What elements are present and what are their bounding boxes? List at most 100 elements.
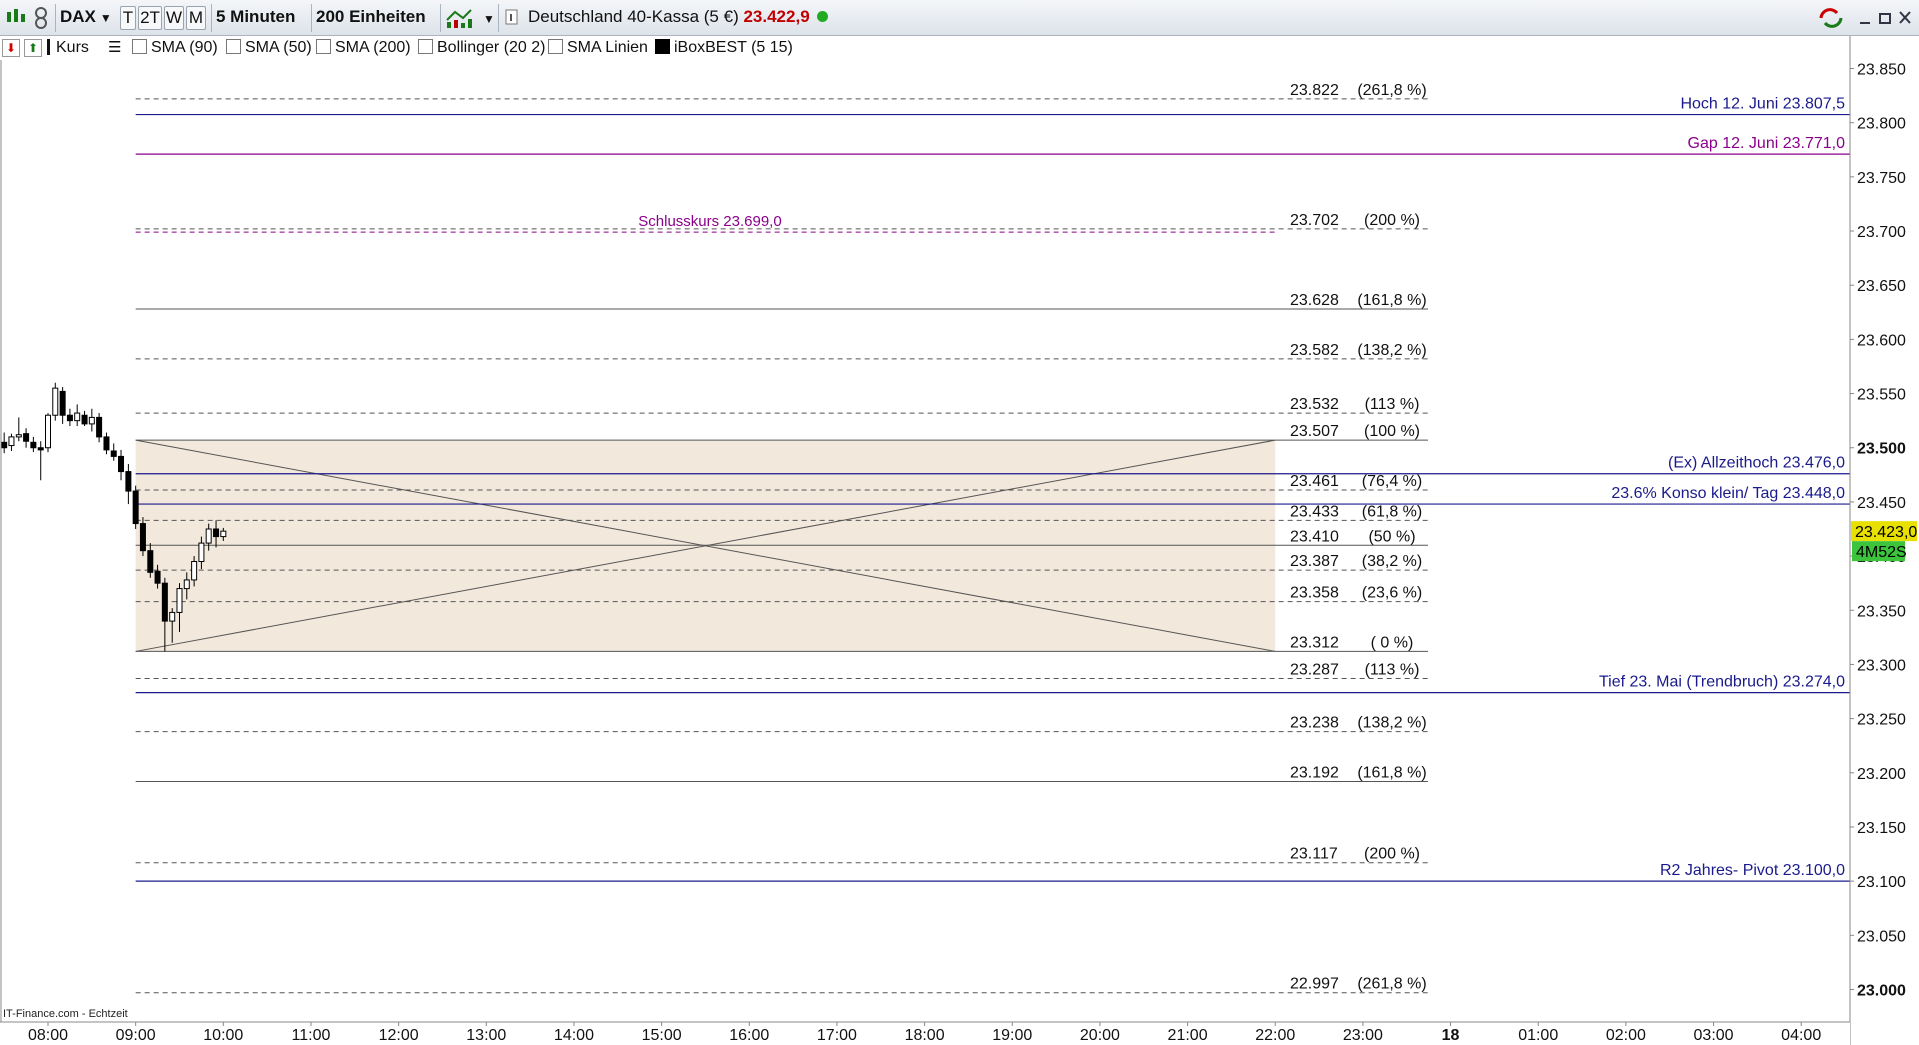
price-tick-label: 23.050 xyxy=(1857,928,1906,945)
candle-body-down xyxy=(132,490,139,525)
fib-level-value: 23.192 xyxy=(1290,764,1339,781)
fib-level-percent: (61,8 %) xyxy=(1362,503,1422,520)
interval-label: 5 Minuten xyxy=(216,7,296,26)
price-tick-label: 23.600 xyxy=(1857,332,1906,349)
time-tick-label: 15:00 xyxy=(642,1027,682,1044)
time-tick-label: 18:00 xyxy=(905,1027,945,1044)
candle xyxy=(147,543,154,578)
interval-select[interactable]: 5 Minuten▼ xyxy=(216,6,310,47)
info-icon[interactable] xyxy=(504,6,520,30)
iboxbest-toggle[interactable]: iBoxBEST (5 15) xyxy=(655,38,793,58)
countdown-badge xyxy=(1852,541,1905,562)
list-indicator-button[interactable]: ☰ xyxy=(108,38,121,58)
window-controls-icons xyxy=(1860,11,1911,24)
scroll-up-button[interactable]: ⬆ xyxy=(24,38,42,58)
candle xyxy=(213,520,220,548)
units-label: 200 Einheiten xyxy=(316,7,426,26)
price-tick-label: 23.850 xyxy=(1857,62,1906,79)
fib-level-percent: (261,8 %) xyxy=(1357,976,1426,993)
chart-type-icon[interactable] xyxy=(4,6,26,30)
time-tick-label: 11:00 xyxy=(292,1027,331,1044)
candle xyxy=(15,417,22,442)
time-tick-label: 01:00 xyxy=(1518,1027,1558,1044)
period-w-button[interactable]: W xyxy=(164,6,184,30)
kurs-indicator[interactable]: Kurs xyxy=(47,38,89,58)
candle-body-up xyxy=(191,561,198,581)
units-select[interactable]: 200 Einheiten▼ xyxy=(316,6,440,47)
toolbar-separator xyxy=(211,4,212,32)
fib-level-value: 22.997 xyxy=(1290,976,1339,993)
checkbox-icon xyxy=(316,39,331,54)
fib-level-value: 23.287 xyxy=(1290,662,1339,679)
sma-linien-toggle[interactable]: SMA Linien xyxy=(548,38,648,58)
scroll-down-button[interactable]: ⬇ xyxy=(2,38,20,58)
marker-line-label: 23.6% Konso klein/ Tag 23.448,0 xyxy=(1611,485,1845,502)
candle xyxy=(52,382,59,421)
fib-level-percent: (200 %) xyxy=(1364,212,1420,229)
price-tick-label: 23.100 xyxy=(1857,874,1906,891)
fib-level-percent: (38,2 %) xyxy=(1362,553,1422,570)
sma90-toggle[interactable]: SMA (90) xyxy=(132,38,218,58)
fib-level-percent: (138,2 %) xyxy=(1357,715,1426,732)
indicator-menu-button[interactable]: ▼ xyxy=(445,6,495,30)
period-t-button[interactable]: T xyxy=(120,6,136,30)
fib-level-value: 23.312 xyxy=(1290,634,1339,651)
price-tick-label: 23.150 xyxy=(1857,820,1906,837)
fib-level-percent: (76,4 %) xyxy=(1362,473,1422,490)
period-m-button[interactable]: M xyxy=(186,6,206,30)
sma50-toggle[interactable]: SMA (50) xyxy=(226,38,312,58)
price-tick-label: 23.700 xyxy=(1857,224,1906,241)
fib-level-percent: (161,8 %) xyxy=(1357,292,1426,309)
symbol-label: DAX xyxy=(60,7,96,26)
price-tick-label: 23.800 xyxy=(1857,116,1906,133)
marker-line-label: Gap 12. Juni 23.771,0 xyxy=(1688,135,1846,152)
sync-icon[interactable] xyxy=(1817,6,1847,30)
candle-body-down xyxy=(139,523,146,552)
last-price: 23.422,9 xyxy=(743,7,810,26)
window-controls xyxy=(1856,6,1916,30)
time-tick-label: 09:00 xyxy=(116,1027,156,1044)
document-icon xyxy=(505,9,518,25)
time-tick-label: 21:00 xyxy=(1168,1027,1208,1044)
fib-level-value: 23.410 xyxy=(1290,528,1339,545)
candle-body-down xyxy=(30,441,37,449)
restore-icon[interactable] xyxy=(1879,13,1891,24)
marker-line-label: Hoch 12. Juni 23.807,5 xyxy=(1680,96,1845,113)
fib-level-percent: (100 %) xyxy=(1364,423,1420,440)
candle xyxy=(74,404,81,427)
kurs-marker-icon xyxy=(47,39,50,55)
candle xyxy=(176,583,183,632)
bollinger-toggle[interactable]: Bollinger (20 2) xyxy=(418,38,546,58)
price-chart[interactable]: 23.822 (261,8 %) 23.702 (200 %) 23.628 (161,8… xyxy=(0,0,1919,1045)
fib-level-value: 23.387 xyxy=(1290,553,1339,570)
watermark-text: IT-Finance.com - Echtzeit xyxy=(3,1008,128,1020)
price-axis-panel xyxy=(1850,36,1919,1045)
sma90-label: SMA (90) xyxy=(151,39,218,56)
candle xyxy=(169,608,176,643)
price-tick-label: 23.250 xyxy=(1857,712,1906,729)
settings-icon[interactable] xyxy=(32,6,50,30)
fib-level-value: 23.582 xyxy=(1290,342,1339,359)
fib-level-value: 23.433 xyxy=(1290,503,1339,520)
time-tick-label: 12:00 xyxy=(379,1027,419,1044)
fib-level-percent: (161,8 %) xyxy=(1357,764,1426,781)
arrow-down-icon: ⬇ xyxy=(2,39,20,57)
candle-body-up xyxy=(74,412,81,422)
time-tick-label: 04:00 xyxy=(1781,1027,1821,1044)
sma200-toggle[interactable]: SMA (200) xyxy=(316,38,411,58)
candle-body-down xyxy=(103,436,110,451)
fib-level-value: 23.532 xyxy=(1290,396,1339,413)
candle-body-down xyxy=(23,433,30,442)
candle xyxy=(103,432,110,455)
current-price-marker xyxy=(1851,521,1917,542)
candle-body-down xyxy=(1,441,8,449)
candle xyxy=(96,413,103,443)
countdown-label: 4M52S xyxy=(1856,544,1907,561)
fib-box xyxy=(135,440,1276,652)
symbol-select[interactable]: DAX ▼ xyxy=(60,6,114,30)
toolbar-separator xyxy=(311,4,312,32)
time-tick-label: 10:00 xyxy=(203,1027,243,1044)
fib-level-value: 23.507 xyxy=(1290,423,1339,440)
indicator-chart-icon: ▼ xyxy=(446,9,495,28)
period-2t-button[interactable]: 2T xyxy=(138,6,162,30)
